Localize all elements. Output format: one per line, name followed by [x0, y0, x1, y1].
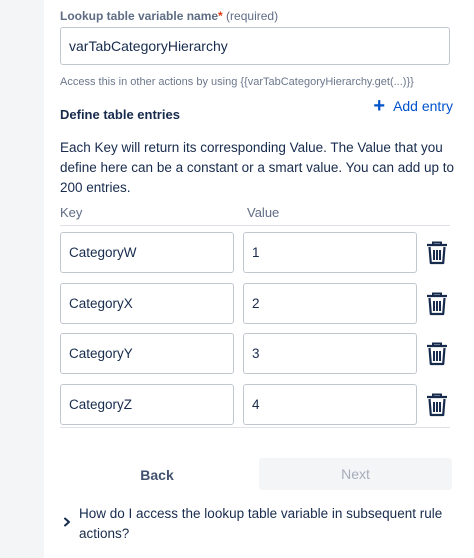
- table-divider-top: [60, 225, 450, 226]
- add-entry-label: Add entry: [393, 98, 453, 114]
- required-text: (required): [222, 9, 279, 23]
- variable-name-label-text: Lookup table variable name: [60, 9, 219, 23]
- variable-name-helper-text: Access this in other actions by using {{…: [60, 76, 414, 88]
- add-entry-button[interactable]: + Add entry: [373, 96, 453, 116]
- table-row: CategoryW 1: [60, 232, 460, 273]
- table-divider-bottom: [60, 427, 450, 428]
- key-input[interactable]: CategoryZ: [60, 384, 234, 425]
- table-row: CategoryY 3: [60, 333, 460, 374]
- value-value: 4: [252, 397, 260, 412]
- key-value: CategoryZ: [69, 397, 133, 412]
- variable-name-label: Lookup table variable name* (required): [60, 9, 278, 23]
- value-input[interactable]: 4: [243, 384, 417, 425]
- value-value: 2: [252, 296, 260, 311]
- variable-name-value: varTabCategoryHierarchy: [69, 38, 228, 54]
- entries-description: Each Key will return its corresponding V…: [60, 140, 455, 195]
- trash-icon[interactable]: [426, 241, 448, 265]
- key-value: CategoryY: [69, 346, 133, 361]
- trash-icon[interactable]: [426, 393, 448, 417]
- key-input[interactable]: CategoryY: [60, 333, 234, 374]
- rule-config-panel: Lookup table variable name* (required) v…: [44, 0, 474, 558]
- value-value: 3: [252, 346, 260, 361]
- value-input[interactable]: 2: [243, 283, 417, 324]
- value-value: 1: [252, 245, 260, 260]
- key-input[interactable]: CategoryX: [60, 283, 234, 324]
- value-input[interactable]: 3: [243, 333, 417, 374]
- value-input[interactable]: 1: [243, 232, 417, 273]
- plus-icon: +: [373, 95, 386, 117]
- key-value: CategoryW: [69, 245, 137, 260]
- variable-name-input[interactable]: varTabCategoryHierarchy: [60, 27, 450, 65]
- key-input[interactable]: CategoryW: [60, 232, 234, 273]
- table-row: CategoryZ 4: [60, 384, 460, 425]
- faq-question: How do I access the lookup table variabl…: [79, 506, 443, 541]
- table-row: CategoryX 2: [60, 283, 460, 324]
- define-table-entries-heading: Define table entries: [60, 107, 180, 122]
- back-button[interactable]: Back: [99, 460, 215, 490]
- trash-icon[interactable]: [426, 292, 448, 316]
- key-column-header: Key: [60, 205, 83, 220]
- chevron-right-icon: [64, 517, 70, 527]
- trash-icon[interactable]: [426, 342, 448, 366]
- value-column-header: Value: [247, 205, 280, 220]
- key-value: CategoryX: [69, 296, 133, 311]
- next-button[interactable]: Next: [259, 458, 452, 490]
